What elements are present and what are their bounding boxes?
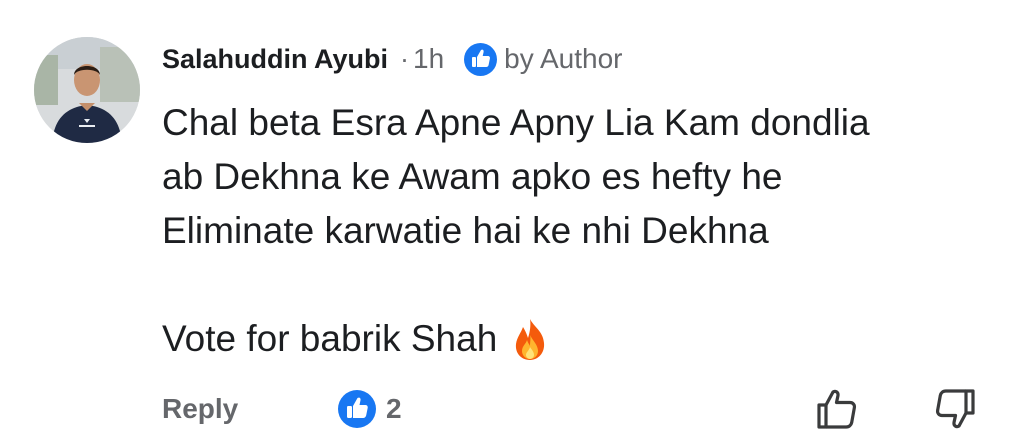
timestamp[interactable]: 1h xyxy=(413,43,444,75)
reply-button[interactable]: Reply xyxy=(162,386,238,432)
separator-dot: · xyxy=(400,43,410,74)
reaction-summary[interactable]: 2 xyxy=(338,386,402,432)
comment-actions: Reply 2 xyxy=(162,386,992,432)
comment-text: Chal beta Esra Apne Apny Lia Kam dondlia… xyxy=(162,96,1002,366)
profile-photo xyxy=(34,37,140,143)
author-name[interactable]: Salahuddin Ayubi xyxy=(162,44,388,75)
badge-label: by Author xyxy=(504,43,623,74)
comment-vote-line: Vote for babrik Shah xyxy=(162,312,1002,366)
fire-icon xyxy=(516,319,545,360)
comment-header: Salahuddin Ayubi · 1h by Author xyxy=(162,38,622,80)
author-badge: by Author xyxy=(464,42,623,76)
comment-line: ab Dekhna ke Awam apko es hefty he xyxy=(162,156,783,197)
avatar[interactable] xyxy=(34,37,140,143)
like-reaction-icon xyxy=(338,390,376,428)
dislike-button[interactable] xyxy=(932,386,978,432)
comment-line: Chal beta Esra Apne Apny Lia Kam dondlia xyxy=(162,102,870,143)
comment-line: Eliminate karwatie hai ke nhi Dekhna xyxy=(162,210,769,251)
like-button[interactable] xyxy=(814,386,860,432)
thumbs-up-outline-icon xyxy=(817,389,857,429)
vote-text: Vote for babrik Shah xyxy=(162,318,498,359)
reaction-count: 2 xyxy=(386,393,402,424)
thumbs-up-badge-icon xyxy=(464,42,498,76)
thumbs-down-outline-icon xyxy=(935,389,975,429)
